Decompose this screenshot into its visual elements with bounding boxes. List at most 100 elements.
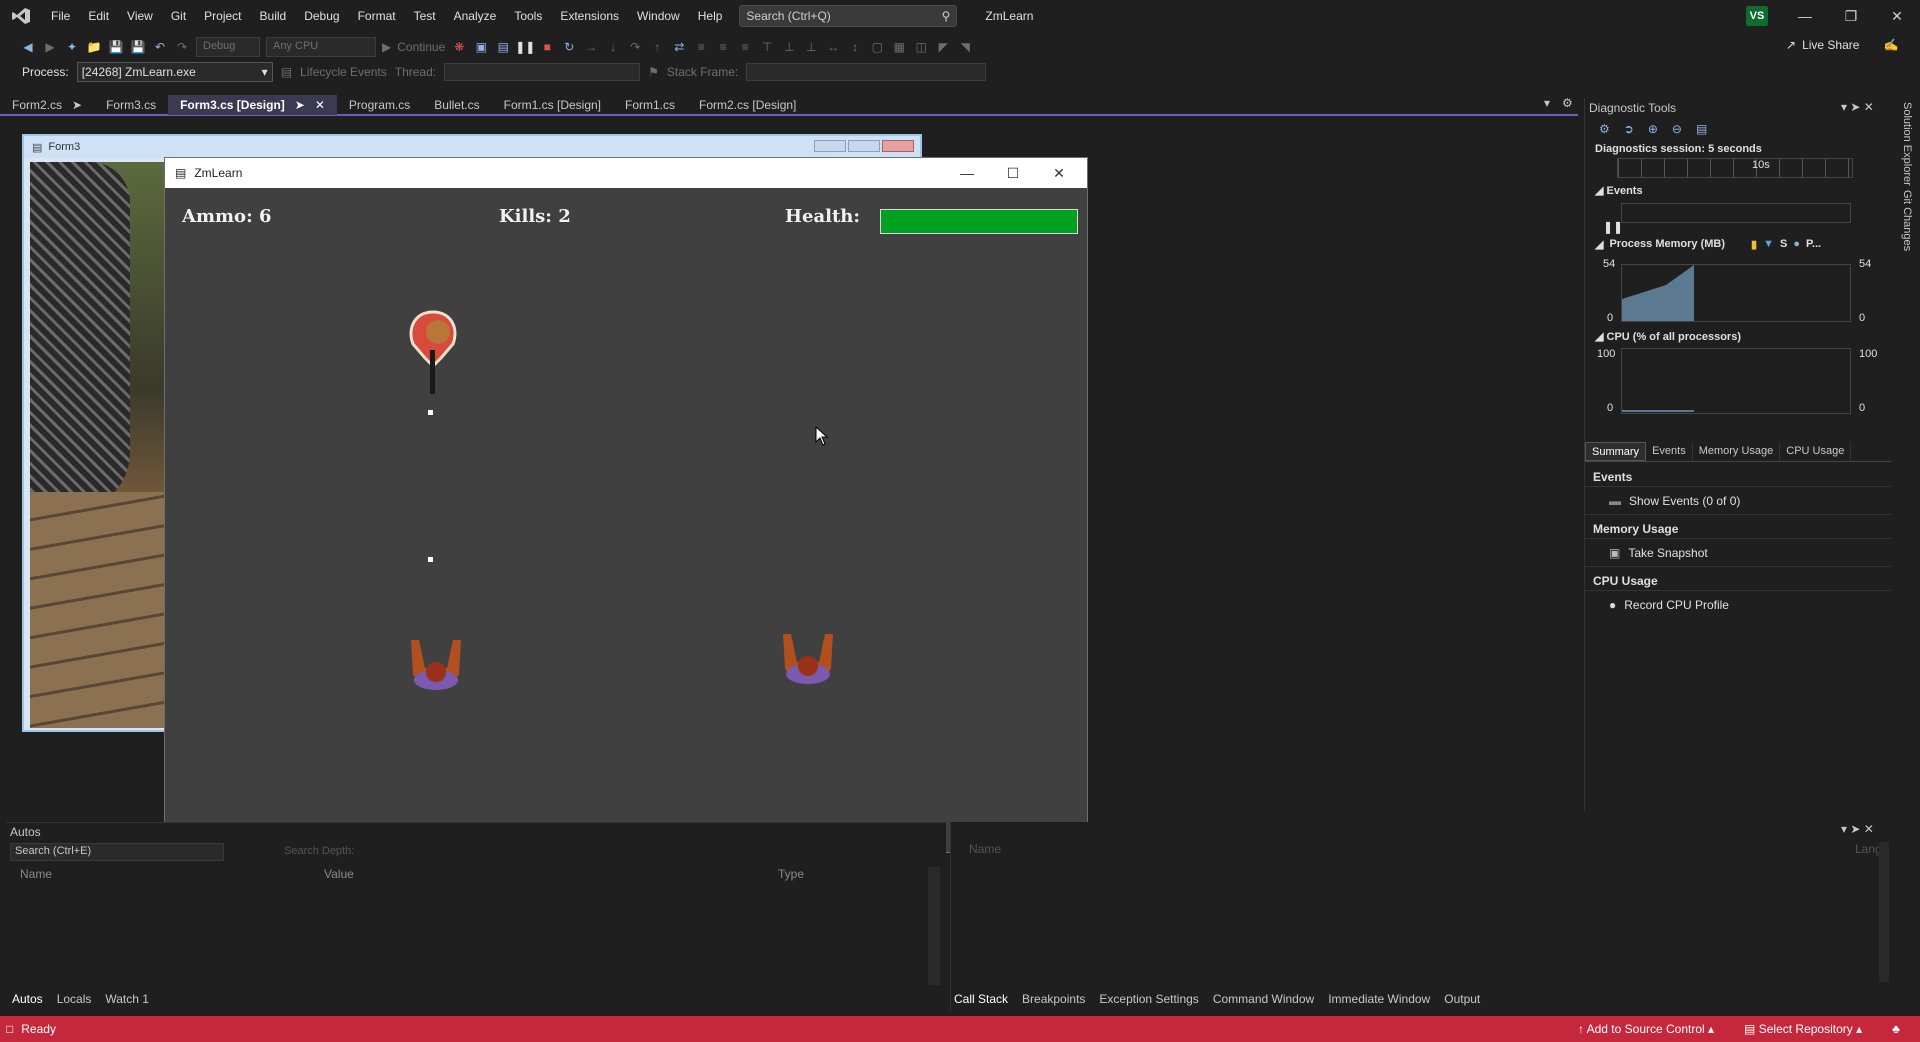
align-center-icon[interactable]: ≡: [715, 39, 731, 55]
notifications-icon[interactable]: ♣: [1892, 1022, 1900, 1036]
stack-frame-dropdown[interactable]: [746, 63, 987, 81]
restore-icon[interactable]: ❐: [1828, 0, 1874, 32]
autos-scrollbar[interactable]: [928, 867, 940, 985]
align-left-icon[interactable]: ≡: [693, 39, 709, 55]
tab-command-window[interactable]: Command Window: [1213, 992, 1314, 1006]
menu-git[interactable]: Git: [162, 0, 195, 32]
step-out-icon[interactable]: ↑: [649, 39, 665, 55]
menu-test[interactable]: Test: [405, 0, 445, 32]
select-repository-button[interactable]: ▤ Select Repository ▴: [1744, 1022, 1862, 1036]
account-badge[interactable]: VS: [1746, 6, 1768, 26]
pin-icon[interactable]: ➤: [295, 98, 305, 112]
configuration-dropdown[interactable]: Debug: [196, 37, 260, 57]
search-box[interactable]: Search (Ctrl+Q) ⚲: [739, 5, 958, 27]
align-middle-icon[interactable]: ⊥: [781, 39, 797, 55]
tab-immediate-window[interactable]: Immediate Window: [1328, 992, 1430, 1006]
send-back-icon[interactable]: ◥: [957, 39, 973, 55]
zoom-out-icon[interactable]: ⊖: [1672, 122, 1682, 136]
layout-icon[interactable]: ▤: [495, 39, 511, 55]
flag-icon[interactable]: ⚑: [648, 65, 659, 79]
tab-overflow-icon[interactable]: ▾: [1544, 96, 1550, 110]
tab-memory-usage[interactable]: Memory Usage: [1693, 442, 1781, 461]
game-close-icon[interactable]: ✕: [1037, 158, 1081, 188]
solution-explorer-tab[interactable]: Solution Explorer: [1901, 102, 1913, 186]
cpu-graph[interactable]: [1621, 348, 1851, 414]
menu-view[interactable]: View: [118, 0, 162, 32]
callstack-column-lang[interactable]: Lang: [1855, 842, 1882, 856]
menu-extensions[interactable]: Extensions: [551, 0, 628, 32]
menu-debug[interactable]: Debug: [295, 0, 348, 32]
continue-icon[interactable]: ▶: [382, 40, 391, 54]
pause-events-icon[interactable]: ❚❚: [1603, 220, 1623, 234]
menu-tools[interactable]: Tools: [505, 0, 551, 32]
undo-icon[interactable]: ↶: [152, 39, 168, 55]
memory-graph[interactable]: [1621, 264, 1851, 322]
menu-analyze[interactable]: Analyze: [445, 0, 506, 32]
stop-icon[interactable]: ■: [539, 39, 555, 55]
tab-form1-cs[interactable]: Form1.cs: [613, 95, 687, 115]
tab-call-stack[interactable]: Call Stack: [954, 992, 1008, 1006]
hot-reload-icon[interactable]: ❋: [451, 39, 467, 55]
save-icon[interactable]: 💾: [108, 39, 124, 55]
zoom-in-icon[interactable]: ⊕: [1648, 122, 1658, 136]
visual-studio-logo-icon[interactable]: [10, 7, 32, 25]
column-value[interactable]: Value: [324, 867, 354, 881]
tab-form3-cs[interactable]: Form3.cs: [94, 95, 168, 115]
forward-icon[interactable]: ▶: [42, 39, 58, 55]
autos-search-input[interactable]: Search (Ctrl+E): [10, 843, 224, 861]
size-to-grid-icon[interactable]: ▦: [891, 39, 907, 55]
menu-edit[interactable]: Edit: [79, 0, 118, 32]
tab-bullet-cs[interactable]: Bullet.cs: [422, 95, 491, 115]
tab-exception-settings[interactable]: Exception Settings: [1099, 992, 1198, 1006]
menu-help[interactable]: Help: [689, 0, 732, 32]
form3-close-button[interactable]: [882, 140, 914, 152]
diag-window-controls[interactable]: ▾ ➤ ✕: [1841, 100, 1874, 114]
git-changes-tab[interactable]: Git Changes: [1901, 190, 1913, 251]
game-window[interactable]: ▤ ZmLearn — ☐ ✕ Ammo: 6 Kills: 2 Health:: [164, 157, 1088, 853]
live-share-button[interactable]: ↗ Live Share ✍: [1786, 38, 1898, 52]
feedback-icon[interactable]: ✍: [1883, 38, 1898, 52]
add-to-source-control-button[interactable]: ↑ Add to Source Control ▴: [1578, 1022, 1714, 1036]
tab-program-cs[interactable]: Program.cs: [337, 95, 422, 115]
close-tab-icon[interactable]: ✕: [315, 98, 325, 112]
settings-icon[interactable]: ⚙: [1599, 122, 1610, 136]
tab-events[interactable]: Events: [1646, 442, 1693, 461]
close-icon[interactable]: ✕: [1874, 0, 1920, 32]
platform-dropdown[interactable]: Any CPU: [266, 37, 376, 57]
menu-build[interactable]: Build: [251, 0, 296, 32]
show-next-statement-icon[interactable]: →: [583, 39, 599, 55]
tab-breakpoints[interactable]: Breakpoints: [1022, 992, 1085, 1006]
hex-display-icon[interactable]: ⇄: [671, 39, 687, 55]
tab-autos[interactable]: Autos: [12, 992, 43, 1006]
game-minimize-icon[interactable]: —: [945, 158, 989, 188]
record-cpu-profile-button[interactable]: ● Record CPU Profile: [1609, 598, 1729, 612]
spacing-icon[interactable]: ◫: [913, 39, 929, 55]
save-all-icon[interactable]: 💾: [130, 39, 146, 55]
chart-icon[interactable]: ▤: [1696, 122, 1707, 136]
menu-window[interactable]: Window: [628, 0, 689, 32]
events-track[interactable]: [1621, 203, 1851, 223]
lifecycle-events-dropdown[interactable]: Lifecycle Events: [300, 65, 387, 79]
panel-options-icon[interactable]: ▾ ➤ ✕: [1841, 822, 1874, 836]
step-over-icon[interactable]: ↷: [627, 39, 643, 55]
tab-cpu-usage[interactable]: CPU Usage: [1780, 442, 1852, 461]
tab-form1-design[interactable]: Form1.cs [Design]: [492, 95, 613, 115]
menu-format[interactable]: Format: [349, 0, 405, 32]
thread-dropdown[interactable]: [444, 63, 641, 81]
new-project-icon[interactable]: ✦: [64, 39, 80, 55]
open-icon[interactable]: 📁: [86, 39, 102, 55]
menu-file[interactable]: File: [42, 0, 79, 32]
tab-watch-1[interactable]: Watch 1: [105, 992, 149, 1006]
align-top-icon[interactable]: ⊤: [759, 39, 775, 55]
minimize-icon[interactable]: —: [1782, 0, 1828, 32]
pin-icon[interactable]: ➤: [72, 98, 82, 112]
continue-button[interactable]: Continue: [397, 40, 445, 54]
restart-icon[interactable]: ↻: [561, 39, 577, 55]
tab-form2-design[interactable]: Form2.cs [Design]: [687, 95, 808, 115]
show-events-link[interactable]: ▬ Show Events (0 of 0): [1609, 494, 1740, 508]
same-size-icon[interactable]: ▢: [869, 39, 885, 55]
tab-settings-icon[interactable]: ⚙: [1562, 96, 1573, 110]
form3-minimize-button[interactable]: [814, 140, 846, 152]
take-snapshot-button[interactable]: ▣ Take Snapshot: [1609, 546, 1708, 560]
align-bottom-icon[interactable]: ⊥: [803, 39, 819, 55]
